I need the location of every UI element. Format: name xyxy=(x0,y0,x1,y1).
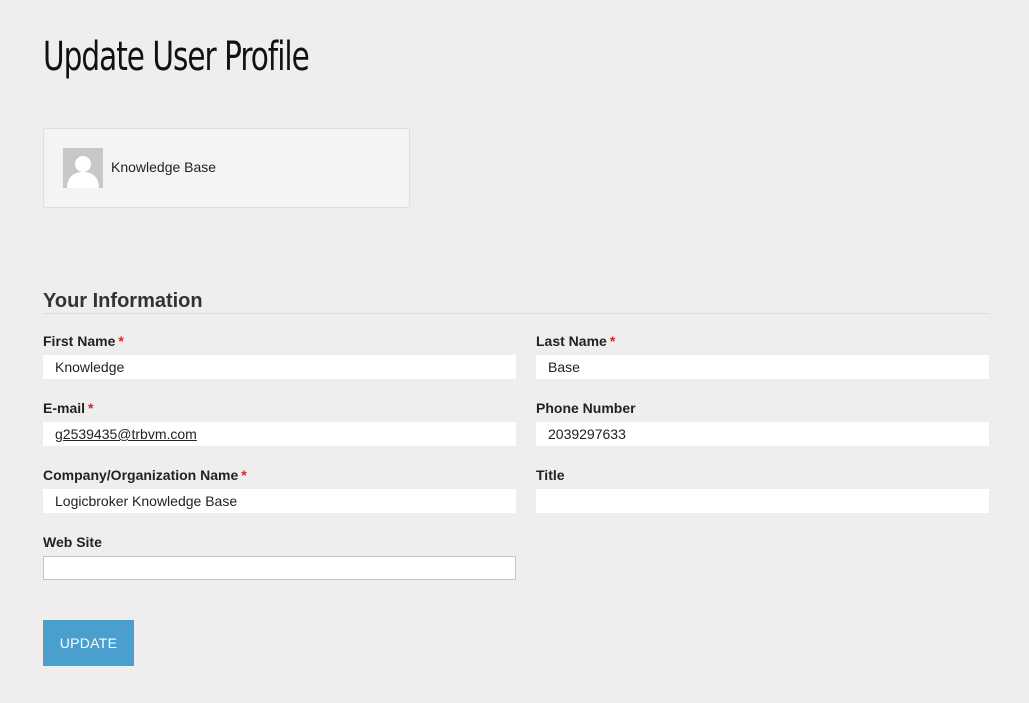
section-title: Your Information xyxy=(43,290,203,312)
email-label: E-mail * xyxy=(43,399,516,417)
required-mark: * xyxy=(609,333,616,349)
page-title: Update User Profile xyxy=(43,34,310,80)
last-name-label: Last Name * xyxy=(536,332,989,350)
company-label-text: Company/Organization Name xyxy=(43,467,239,483)
user-card: Knowledge Base xyxy=(43,128,410,208)
last-name-group: Last Name * xyxy=(536,332,989,379)
company-label: Company/Organization Name * xyxy=(43,466,516,484)
title-input[interactable] xyxy=(536,489,989,513)
website-label: Web Site xyxy=(43,534,102,550)
email-input[interactable] xyxy=(43,422,516,446)
email-group: E-mail * xyxy=(43,399,516,446)
phone-label: Phone Number xyxy=(536,400,636,416)
first-name-label: First Name * xyxy=(43,332,516,350)
avatar-head xyxy=(75,156,91,172)
required-mark: * xyxy=(241,467,247,483)
company-group: Company/Organization Name * xyxy=(43,466,516,513)
last-name-input[interactable] xyxy=(536,355,989,379)
user-name: Knowledge Base xyxy=(111,159,217,175)
title-group: Title xyxy=(536,466,989,513)
profile-page: Update User Profile Knowledge Base Your … xyxy=(0,0,1029,703)
first-name-input[interactable] xyxy=(43,355,516,379)
required-mark: * xyxy=(118,333,124,349)
company-input[interactable] xyxy=(43,489,516,513)
website-group: Web Site xyxy=(43,533,516,580)
first-name-label-text: First Name xyxy=(43,333,116,349)
title-label: Title xyxy=(536,467,565,483)
phone-input[interactable] xyxy=(536,422,989,446)
update-button[interactable]: UPDATE xyxy=(43,620,134,666)
required-mark: * xyxy=(88,400,94,416)
last-name-label-text: Last Name xyxy=(536,333,607,349)
section-divider xyxy=(43,313,990,314)
user-silhouette-icon xyxy=(63,148,103,188)
phone-group: Phone Number xyxy=(536,399,989,446)
avatar-svg xyxy=(63,148,103,188)
first-name-group: First Name * xyxy=(43,332,516,379)
website-input[interactable] xyxy=(43,556,516,580)
email-label-text: E-mail xyxy=(43,400,86,416)
